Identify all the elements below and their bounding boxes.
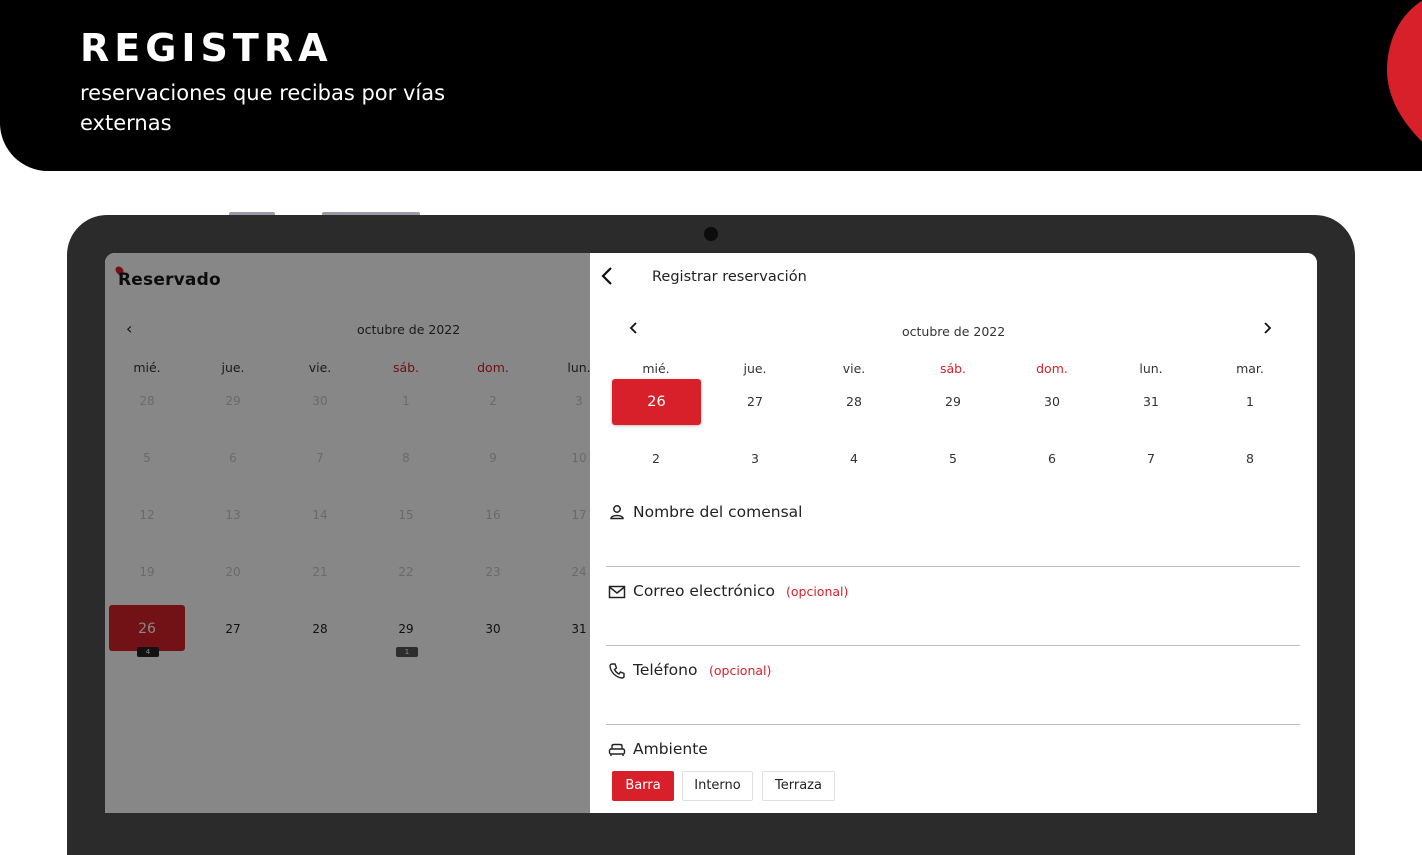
ambiente-option-interno[interactable]: Interno <box>682 771 753 801</box>
banner-title: REGISTRA <box>80 26 333 70</box>
calendar-day[interactable]: 8 <box>1207 451 1293 466</box>
calendar-day[interactable]: 2 <box>613 451 699 466</box>
armchair-icon <box>608 743 626 756</box>
name-field-label: Nombre del comensal <box>633 503 803 521</box>
tablet-screen: Reservado ‹ octubre de 2022 mié. jue. vi… <box>105 253 1317 813</box>
prev-month-button[interactable] <box>628 321 638 339</box>
email-input[interactable] <box>606 645 1300 646</box>
ambiente-option-barra[interactable]: Barra <box>612 771 674 801</box>
chevron-right-icon <box>1264 322 1272 334</box>
phone-icon <box>609 663 625 679</box>
calendar-day[interactable]: 29 <box>910 394 996 409</box>
promo-banner: REGISTRA reservaciones que recibas por v… <box>0 0 1422 171</box>
phone-input[interactable] <box>606 724 1300 725</box>
weekday-label: sáb. <box>939 361 967 376</box>
decorative-red-shape <box>1387 0 1422 142</box>
month-label: octubre de 2022 <box>902 324 1006 339</box>
chevron-left-icon <box>601 267 612 285</box>
calendar-panel: Reservado ‹ octubre de 2022 mié. jue. vi… <box>105 253 590 813</box>
calendar-day[interactable]: 28 <box>811 394 897 409</box>
weekday-label: jue. <box>743 361 767 376</box>
register-reservation-panel: Registrar reservación octubre de 2022 mi… <box>590 253 1317 813</box>
optional-tag: (opcional) <box>786 584 849 599</box>
person-icon <box>610 505 624 520</box>
next-month-button[interactable] <box>1263 321 1273 339</box>
phone-field-label: Teléfono <box>633 661 698 679</box>
back-button[interactable] <box>600 266 622 290</box>
calendar-day[interactable]: 30 <box>1009 394 1095 409</box>
email-field-label: Correo electrónico <box>633 582 776 600</box>
calendar-day[interactable]: 4 <box>811 451 897 466</box>
ambiente-field-label: Ambiente <box>633 740 708 758</box>
weekday-label: dom. <box>1036 361 1068 376</box>
calendar-day[interactable]: 1 <box>1207 394 1293 409</box>
panel-title: Registrar reservación <box>652 269 807 285</box>
modal-overlay[interactable] <box>105 253 590 813</box>
optional-tag: (opcional) <box>709 663 772 678</box>
calendar-day[interactable]: 5 <box>910 451 996 466</box>
weekday-label: lun. <box>1139 361 1163 376</box>
mail-icon <box>608 585 626 599</box>
calendar-day-selected[interactable]: 26 <box>612 379 701 425</box>
calendar-day[interactable]: 27 <box>712 394 798 409</box>
banner-subtitle: reservaciones que recibas por vías exter… <box>80 81 446 135</box>
weekday-label: vie. <box>842 361 866 376</box>
calendar-day[interactable]: 3 <box>712 451 798 466</box>
calendar-day[interactable]: 7 <box>1108 451 1194 466</box>
name-input[interactable] <box>606 566 1300 567</box>
calendar-day[interactable]: 6 <box>1009 451 1095 466</box>
calendar-day[interactable]: 31 <box>1108 394 1194 409</box>
tablet-camera <box>704 227 718 241</box>
weekday-label: mar. <box>1236 361 1264 376</box>
weekday-label: mié. <box>642 361 670 376</box>
ambiente-option-terraza[interactable]: Terraza <box>762 771 835 801</box>
chevron-left-icon <box>629 322 637 334</box>
